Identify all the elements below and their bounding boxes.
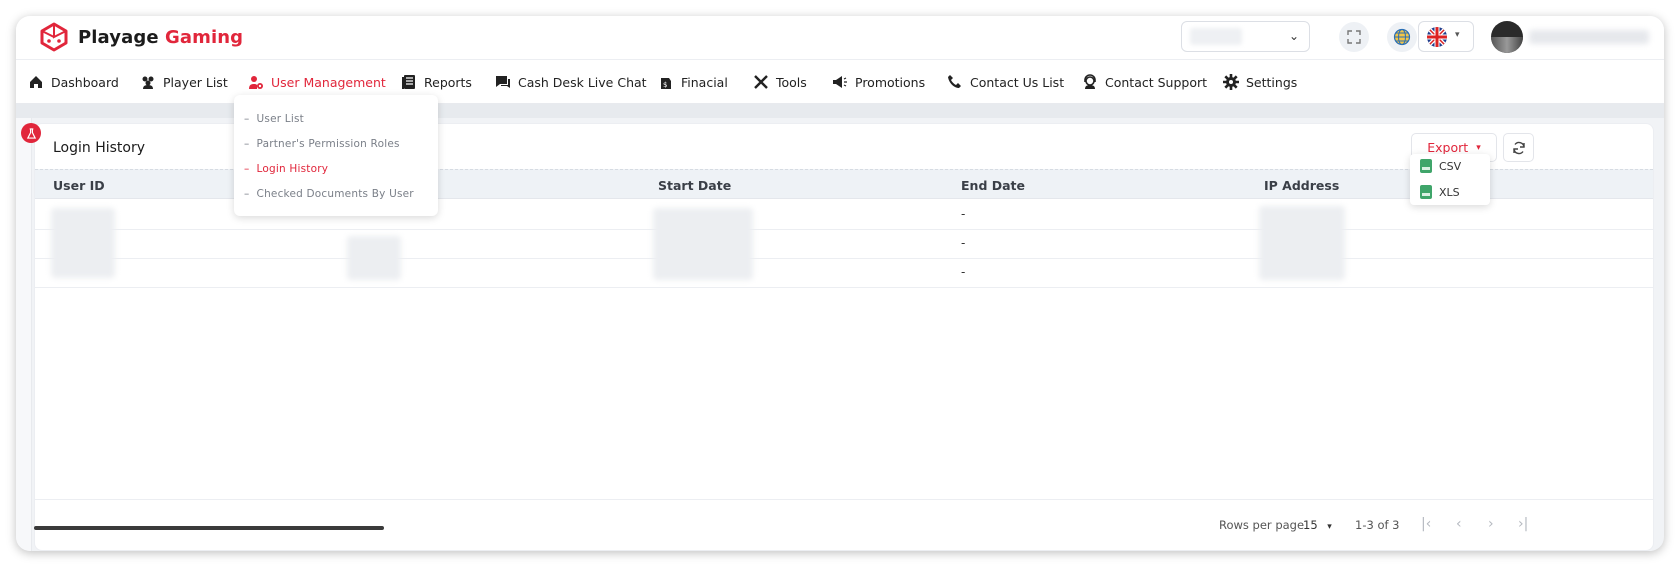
xls-file-icon (1420, 185, 1432, 199)
top-header: Playage Gaming ⌄ ▾ (16, 16, 1664, 60)
lab-badge[interactable] (21, 123, 41, 143)
support-icon (1081, 74, 1098, 91)
globe-button[interactable] (1387, 22, 1417, 52)
nav-dashboard-label: Dashboard (51, 74, 119, 90)
caret-down-icon: ▾ (1455, 30, 1460, 40)
nav-contact-support-label: Contact Support (1105, 74, 1208, 90)
column-header-ip-address[interactable]: IP Address (1264, 178, 1339, 193)
nav-tools[interactable]: Tools (752, 60, 807, 104)
export-button-label: Export (1427, 140, 1469, 155)
rows-per-page-label: Rows per page (1219, 518, 1305, 532)
end-date-cell: - (961, 207, 966, 221)
brand-name-accent: Gaming (165, 26, 244, 48)
submenu-partners-permission-roles-label: Partner's Permission Roles (256, 138, 400, 150)
export-csv-label: CSV (1439, 159, 1462, 173)
user-avatar[interactable] (1491, 21, 1523, 53)
redacted-user-name (347, 236, 401, 280)
refresh-icon (1512, 141, 1525, 154)
users-icon (139, 74, 156, 91)
last-page-icon[interactable]: ›| (1518, 516, 1528, 532)
nav-dashboard[interactable]: Dashboard (27, 60, 119, 104)
nav-cash-desk-live-chat[interactable]: Cash Desk Live Chat (494, 60, 647, 104)
submenu-checked-documents-label: Checked Documents By User (256, 188, 414, 200)
nav-contact-us-list-label: Contact Us List (970, 74, 1065, 90)
brand-name: Playage Gaming (78, 27, 243, 48)
table-footer: Rows per page 15 ▾ 1-3 of 3 |‹ ‹ › ›| (35, 499, 1653, 551)
nav-reports-label: Reports (424, 74, 472, 90)
nav-tools-label: Tools (776, 74, 807, 90)
phone-icon (946, 74, 963, 91)
submenu-user-list-label: User List (256, 113, 304, 125)
redacted-user-id (51, 208, 115, 278)
export-xls-option[interactable]: XLS (1420, 185, 1460, 199)
submenu-login-history[interactable]: – Login History (244, 163, 328, 175)
partner-select-value (1190, 28, 1242, 45)
prev-page-icon[interactable]: ‹ (1456, 516, 1462, 532)
pagination-range: 1-3 of 3 (1355, 518, 1400, 532)
submenu-checked-documents[interactable]: – Checked Documents By User (244, 188, 414, 200)
megaphone-icon (831, 74, 848, 91)
brand-logo[interactable]: Playage Gaming (38, 21, 243, 53)
nav-settings[interactable]: Settings (1222, 60, 1297, 104)
export-xls-label: XLS (1439, 185, 1460, 199)
nav-finacial-label: Finacial (681, 74, 728, 90)
nav-settings-label: Settings (1246, 74, 1298, 90)
nav-promotions[interactable]: Promotions (831, 60, 925, 104)
next-page-icon[interactable]: › (1488, 516, 1494, 532)
submenu-login-history-label: Login History (256, 163, 329, 175)
finance-icon: $ (657, 74, 674, 91)
table-row[interactable]: - (35, 228, 1653, 259)
first-page-icon[interactable]: |‹ (1421, 516, 1431, 532)
export-menu: CSV XLS (1410, 154, 1490, 205)
language-select[interactable]: ▾ (1418, 21, 1474, 52)
nav-cash-desk-live-chat-label: Cash Desk Live Chat (518, 74, 647, 90)
refresh-button[interactable] (1503, 133, 1534, 162)
tools-icon (752, 74, 769, 91)
nav-finacial[interactable]: $ Finacial (657, 60, 728, 104)
avatar-image (1491, 37, 1523, 53)
left-rail (16, 118, 32, 551)
nav-player-list-label: Player List (163, 74, 228, 90)
redacted-ip-address (1259, 206, 1345, 280)
column-header-start-date[interactable]: Start Date (658, 178, 731, 193)
rows-per-page-select[interactable]: 15 ▾ (1303, 518, 1332, 532)
globe-icon (1393, 28, 1411, 46)
home-icon (27, 74, 44, 91)
user-management-submenu: – User List – Partner's Permission Roles… (234, 95, 438, 216)
table-row[interactable]: - (35, 257, 1653, 288)
dice-logo-icon (40, 22, 68, 52)
end-date-cell: - (961, 236, 966, 250)
nav-player-list[interactable]: Player List (139, 60, 228, 104)
nav-promotions-label: Promotions (855, 74, 926, 90)
horizontal-scrollbar[interactable] (34, 526, 384, 530)
chevron-down-icon: ⌄ (1288, 29, 1299, 43)
redacted-start-date (653, 208, 753, 280)
page-title: Login History (53, 140, 146, 156)
partner-select[interactable]: ⌄ (1181, 21, 1310, 52)
nav-contact-us-list[interactable]: Contact Us List (946, 60, 1064, 104)
fullscreen-icon (1347, 30, 1361, 44)
submenu-partners-permission-roles[interactable]: – Partner's Permission Roles (244, 138, 400, 150)
report-icon (400, 74, 417, 91)
nav-user-management-label: User Management (271, 74, 386, 90)
user-name[interactable] (1529, 30, 1649, 44)
gear-icon (1222, 74, 1239, 91)
end-date-cell: - (961, 265, 966, 279)
flask-icon (26, 127, 36, 139)
column-header-end-date[interactable]: End Date (961, 178, 1025, 193)
chat-icon (494, 74, 511, 91)
export-csv-option[interactable]: CSV (1420, 159, 1461, 173)
caret-down-icon: ▾ (1476, 142, 1481, 153)
caret-down-icon: ▾ (1327, 522, 1332, 532)
rows-per-page-value: 15 (1303, 518, 1318, 532)
user-gear-icon (247, 74, 264, 91)
svg-text:$: $ (663, 81, 667, 89)
fullscreen-button[interactable] (1339, 22, 1369, 52)
uk-flag-icon (1427, 27, 1447, 47)
csv-file-icon (1420, 159, 1432, 173)
brand-name-main: Playage (78, 26, 159, 48)
submenu-user-list[interactable]: – User List (244, 113, 304, 125)
column-header-user-id[interactable]: User ID (53, 178, 105, 193)
nav-contact-support[interactable]: Contact Support (1081, 60, 1207, 104)
